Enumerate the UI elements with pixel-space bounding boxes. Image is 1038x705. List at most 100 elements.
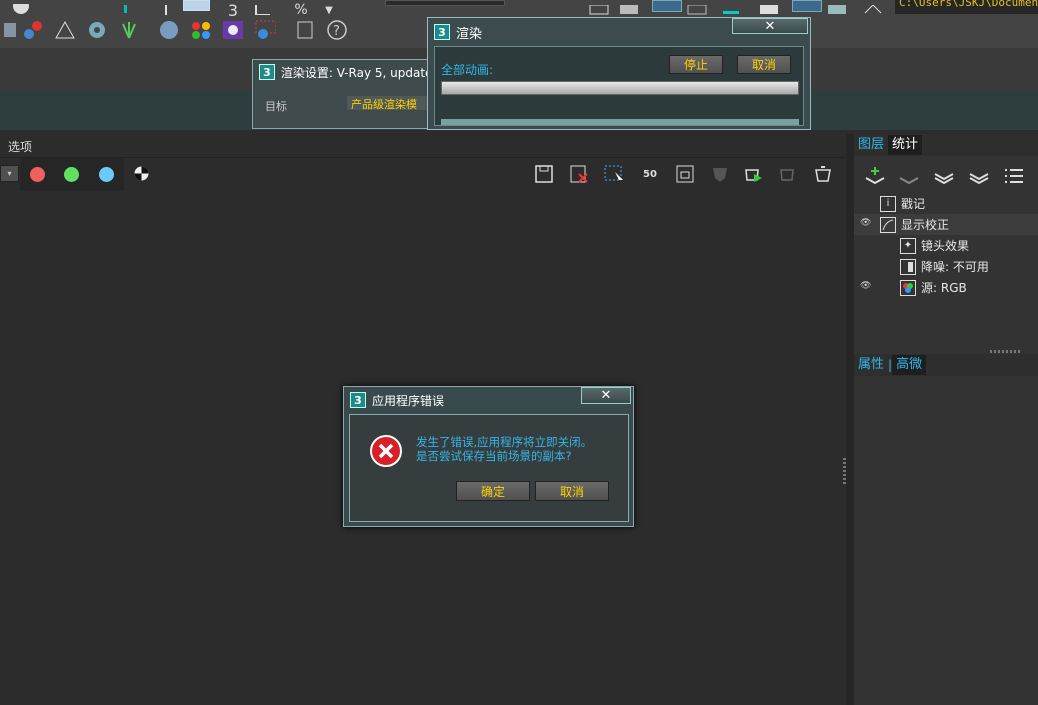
chevron-down-icon[interactable]: ▼	[318, 0, 340, 20]
target-label: 目标	[265, 100, 287, 113]
ok-button[interactable]: 确定	[456, 481, 530, 501]
target-dropdown[interactable]: 产品级渲染模	[347, 96, 431, 110]
clear-image-icon[interactable]	[566, 162, 592, 186]
layer-item-display-correction[interactable]: 👁 显示校正	[854, 214, 1038, 235]
layer-list: i 戳记 👁 显示校正 ✦ 镜头效果 降噪: 不可用 👁 源: RGB	[854, 192, 1038, 312]
color-dots-icon[interactable]	[190, 20, 212, 40]
pyramid-icon[interactable]	[54, 20, 76, 40]
delete-layer-icon	[896, 164, 922, 188]
interactive-render-icon	[776, 162, 802, 186]
material-sphere-icon[interactable]	[158, 20, 180, 40]
sphere-icon[interactable]	[10, 0, 32, 20]
named-selection-field[interactable]	[385, 0, 505, 6]
cancel-render-button[interactable]: 取消	[737, 55, 791, 74]
render-teapot-icon[interactable]	[741, 162, 767, 186]
region-render-icon[interactable]	[601, 162, 627, 186]
frame-fit-icon[interactable]	[672, 162, 698, 186]
percent-snap-icon[interactable]: %	[290, 0, 312, 20]
render-frame-icon[interactable]	[826, 0, 848, 20]
molecule-icon[interactable]	[22, 20, 44, 40]
add-layer-icon[interactable]	[862, 164, 888, 188]
layers-tabs: 图层 统计	[854, 134, 1038, 156]
splitter-grip[interactable]	[843, 458, 846, 484]
render-settings-window: 3 渲染设置: V-Ray 5, update 目标 产品级渲染模	[252, 59, 432, 129]
angle-snap-icon[interactable]	[252, 0, 274, 20]
scene-explorer-button[interactable]	[652, 0, 682, 12]
vfb-menu: 选项	[0, 134, 846, 158]
tab-properties[interactable]: 属性	[854, 355, 888, 375]
tab-layers[interactable]: 图层	[854, 135, 888, 155]
layer-item-source[interactable]: 👁 源: RGB	[854, 277, 1038, 298]
layer-label: 降噪: 不可用	[921, 260, 989, 274]
render-progress-window: 3 渲染 ✕ 全部动画: 停止 取消	[427, 17, 811, 130]
error-icon	[370, 435, 402, 467]
teapot-icon[interactable]	[811, 162, 837, 186]
plant-icon[interactable]	[118, 20, 140, 40]
layer-label: 戳记	[901, 197, 926, 211]
pin-icon[interactable]	[155, 0, 177, 20]
app-logo-icon: 3	[434, 24, 450, 40]
stop-button[interactable]: 停止	[669, 55, 723, 74]
error-dialog-body: 发生了错误,应用程序将立即关闭。 是否尝试保存当前场景的副本? 确定 取消	[349, 414, 629, 522]
render-window-title: 渲染	[456, 26, 483, 42]
render-progress-panel: 全部动画: 停止 取消	[434, 46, 804, 126]
render-setup-button[interactable]	[792, 0, 822, 12]
red-channel-icon[interactable]	[30, 167, 45, 182]
select-tool-button[interactable]	[183, 0, 210, 11]
options-menu[interactable]: 选项	[8, 138, 32, 155]
clipboard-icon[interactable]	[294, 20, 316, 40]
move-gizmo-icon[interactable]	[115, 0, 137, 20]
layer-label: 镜头效果	[921, 239, 970, 253]
snap-icon[interactable]: 3	[222, 0, 244, 20]
error-message-line1: 发生了错误,应用程序将立即关闭。	[416, 435, 593, 449]
green-channel-icon[interactable]	[64, 167, 79, 182]
progress-bar-secondary	[441, 119, 799, 125]
error-message: 发生了错误,应用程序将立即关闭。 是否尝试保存当前场景的副本?	[416, 435, 592, 463]
cancel-button[interactable]: 取消	[535, 481, 609, 501]
app-logo-icon: 3	[350, 392, 366, 408]
close-icon[interactable]: ✕	[732, 18, 808, 34]
render-element-dropdown[interactable]: ▾	[0, 165, 19, 182]
layer-item-denoiser[interactable]: 降噪: 不可用	[854, 256, 1038, 277]
layer-toolbar	[854, 156, 1038, 196]
checker-icon[interactable]	[0, 20, 22, 40]
render-settings-title: 渲染设置: V-Ray 5, update	[280, 65, 431, 80]
layer-label: 源: RGB	[921, 281, 967, 295]
progress-bar	[441, 81, 799, 95]
help-icon[interactable]: ?	[326, 20, 348, 40]
save-image-icon[interactable]	[531, 162, 557, 186]
svg-text:?: ?	[333, 24, 340, 39]
layer-item-stamp[interactable]: i 戳记	[854, 193, 1038, 214]
layers-panel: 图层 统计 i 戳记 👁 显示校正 ✦ 镜头效果 降噪: 不可用 👁 源: RGB …	[854, 134, 1038, 705]
project-path-field[interactable]: C:\Users\JSKJ\Documen	[895, 0, 1038, 14]
render-region-icon[interactable]	[254, 20, 276, 40]
tab-advanced[interactable]: 高微	[892, 355, 927, 375]
denoiser-icon	[900, 258, 916, 275]
tab-stats[interactable]: 统计	[888, 135, 923, 155]
render-settings-titlebar[interactable]: 3 渲染设置: V-Ray 5, update	[253, 60, 431, 84]
track-mouse-icon	[707, 162, 733, 186]
stamp-icon: i	[880, 195, 896, 212]
error-dialog: 3 应用程序错误 ✕ 发生了错误,应用程序将立即关闭。 是否尝试保存当前场景的副…	[343, 386, 634, 527]
layer-label: 显示校正	[901, 218, 950, 232]
properties-tabs: 属性 | 高微	[854, 354, 1038, 376]
render-icon[interactable]	[862, 0, 884, 20]
lens-effects-icon: ✦	[900, 237, 916, 254]
lens-zoom-button[interactable]: 50	[637, 162, 663, 186]
curve-icon	[880, 216, 896, 233]
save-layers-icon[interactable]	[931, 164, 957, 188]
error-message-line2: 是否尝试保存当前场景的副本?	[416, 449, 572, 463]
alpha-channel-icon[interactable]	[134, 166, 149, 181]
blue-channel-icon[interactable]	[99, 167, 114, 182]
eye-icon[interactable]: 👁	[860, 218, 874, 228]
gear-icon[interactable]	[86, 20, 108, 40]
material-browser-icon[interactable]	[222, 20, 244, 40]
close-icon[interactable]: ✕	[581, 387, 631, 404]
eye-icon[interactable]: 👁	[860, 281, 874, 291]
panel-splitter[interactable]	[846, 134, 854, 705]
progress-label: 全部动画:	[441, 63, 494, 77]
layer-item-lens-effects[interactable]: ✦ 镜头效果	[854, 235, 1038, 256]
panel-resize-grip[interactable]	[990, 350, 1020, 353]
load-layers-icon[interactable]	[966, 164, 992, 188]
layer-list-icon[interactable]	[1001, 164, 1027, 188]
